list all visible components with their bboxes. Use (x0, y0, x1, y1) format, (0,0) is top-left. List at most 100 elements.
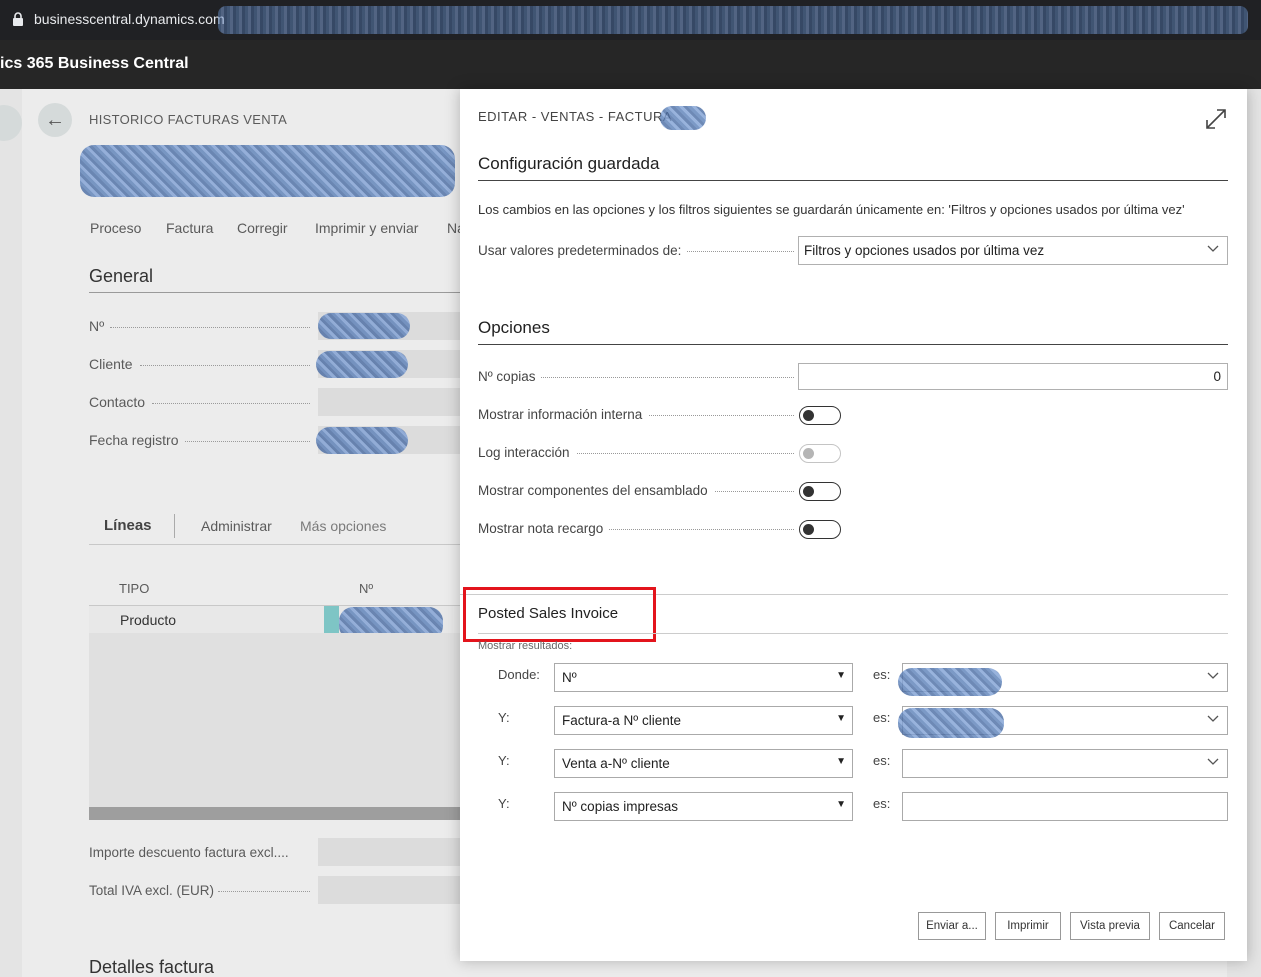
caret-down-icon: ▼ (836, 670, 846, 681)
dialog-caption: EDITAR - VENTAS - FACTURA (478, 109, 673, 124)
back-arrow-icon[interactable]: ← (38, 103, 72, 137)
filter-field-value: Factura-a Nº cliente (562, 713, 681, 728)
toggle-knob (803, 409, 814, 421)
general-heading: General (89, 266, 154, 286)
chevron-down-icon (1207, 245, 1219, 252)
total-discount-value (318, 838, 460, 866)
caret-down-icon: ▼ (836, 799, 846, 810)
field-fecha-label: Fecha registro (89, 432, 179, 448)
toggle-knob (803, 447, 814, 459)
lines-more-tab[interactable]: Más opciones (300, 518, 386, 534)
divider (174, 514, 175, 538)
show-surcharge-note-label: Mostrar nota recargo (478, 521, 610, 536)
page-caption: HISTORICO FACTURAS VENTA (89, 112, 288, 127)
details-heading: Detalles factura (89, 957, 215, 977)
filter-field-value: Nº copias impresas (562, 799, 678, 814)
action-imprimir-enviar[interactable]: Imprimir y enviar (315, 220, 418, 236)
col-type-header: TIPO (119, 581, 150, 596)
redacted-no (318, 313, 410, 339)
filter-prefix: Donde: (498, 667, 540, 682)
redacted-cliente (316, 351, 408, 378)
redacted-fecha (316, 427, 408, 454)
field-cliente-label: Cliente (89, 356, 133, 372)
default-values-value: Filtros y opciones usados por última vez (804, 243, 1045, 258)
redacted-filter-value (898, 708, 1004, 738)
outer-back-button[interactable] (0, 105, 22, 141)
options-title: Opciones (478, 318, 550, 337)
saved-settings-info: Los cambios en las opciones y los filtro… (478, 202, 1185, 217)
col-no-header: Nº (359, 581, 374, 596)
show-surcharge-note-toggle[interactable] (799, 520, 841, 539)
show-internal-info-label: Mostrar información interna (478, 407, 649, 422)
show-assembly-toggle[interactable] (799, 482, 841, 501)
field-contacto-value (318, 388, 460, 416)
filter-op: es: (873, 710, 891, 725)
log-interaction-label: Log interacción (478, 445, 576, 460)
filter-op: es: (873, 753, 891, 768)
dots (110, 327, 310, 328)
saved-settings-rule (478, 180, 1228, 181)
app-title: ics 365 Business Central (0, 55, 189, 72)
action-factura[interactable]: Factura (166, 220, 213, 236)
copies-label: Nº copias (478, 369, 542, 384)
cancel-button[interactable]: Cancelar (1159, 912, 1225, 940)
default-values-select[interactable]: Filtros y opciones usados por última vez (798, 236, 1228, 265)
show-internal-info-toggle[interactable] (799, 406, 841, 425)
chevron-down-icon (1207, 715, 1219, 722)
row-marker[interactable] (324, 606, 339, 633)
chevron-down-icon (1207, 672, 1219, 679)
filter-field-select[interactable]: Venta a-Nº cliente ▼ (554, 749, 853, 778)
redacted-caption (660, 106, 706, 130)
field-no-label: Nº (89, 318, 105, 334)
dots (218, 891, 310, 892)
saved-settings-title: Configuración guardada (478, 154, 660, 173)
log-interaction-toggle[interactable] (799, 444, 841, 463)
redacted-url (218, 6, 1248, 34)
row-type: Producto (120, 612, 177, 628)
toggle-knob (803, 485, 814, 497)
lines-body (89, 633, 460, 807)
filter-value-input[interactable] (902, 792, 1228, 821)
horizontal-scrollbar[interactable] (89, 807, 460, 820)
filter-prefix: Y: (498, 710, 510, 725)
lock-icon (13, 12, 23, 26)
filter-value-select[interactable] (902, 749, 1228, 778)
caret-down-icon: ▼ (836, 713, 846, 724)
action-corregir[interactable]: Corregir (237, 220, 288, 236)
show-assembly-label: Mostrar componentes del ensamblado (478, 483, 714, 498)
address-bar-url[interactable]: businesscentral.dynamics.com (34, 11, 225, 27)
chevron-down-icon (1207, 758, 1219, 765)
dots (152, 403, 310, 404)
copies-input[interactable]: 0 (798, 363, 1228, 390)
default-values-label: Usar valores predeterminados de: (478, 243, 688, 258)
filter-op: es: (873, 796, 891, 811)
print-button[interactable]: Imprimir (995, 912, 1061, 940)
filter-field-select[interactable]: Nº ▼ (554, 663, 853, 692)
filter-field-select[interactable]: Nº copias impresas ▼ (554, 792, 853, 821)
field-contacto-label: Contacto (89, 394, 146, 410)
filter-field-select[interactable]: Factura-a Nº cliente ▼ (554, 706, 853, 735)
total-vat-value (318, 876, 460, 904)
filter-field-value: Venta a-Nº cliente (562, 756, 670, 771)
show-results-label: Mostrar resultados: (478, 640, 573, 652)
expand-icon[interactable] (1204, 107, 1228, 131)
filter-prefix: Y: (498, 753, 510, 768)
filter-field-value: Nº (562, 670, 577, 685)
app-header: ics 365 Business Central (0, 40, 1261, 89)
toggle-knob (803, 523, 814, 535)
filter-op: es: (873, 667, 891, 682)
dots (140, 365, 310, 366)
options-rule (478, 344, 1228, 345)
total-discount-label: Importe descuento factura excl.... (89, 845, 289, 860)
action-proceso[interactable]: Proceso (90, 220, 141, 236)
preview-button[interactable]: Vista previa (1070, 912, 1150, 940)
send-to-button[interactable]: Enviar a... (918, 912, 986, 940)
lines-manage-tab[interactable]: Administrar (201, 518, 272, 534)
report-request-dialog: EDITAR - VENTAS - FACTURA Configuración … (460, 89, 1247, 961)
lines-rule (89, 544, 460, 545)
redacted-title (80, 145, 455, 197)
lines-title: Líneas (104, 517, 152, 534)
total-vat-label: Total IVA excl. (EUR) (89, 883, 215, 898)
redacted-filter-value (898, 668, 1002, 696)
dots (185, 441, 310, 442)
